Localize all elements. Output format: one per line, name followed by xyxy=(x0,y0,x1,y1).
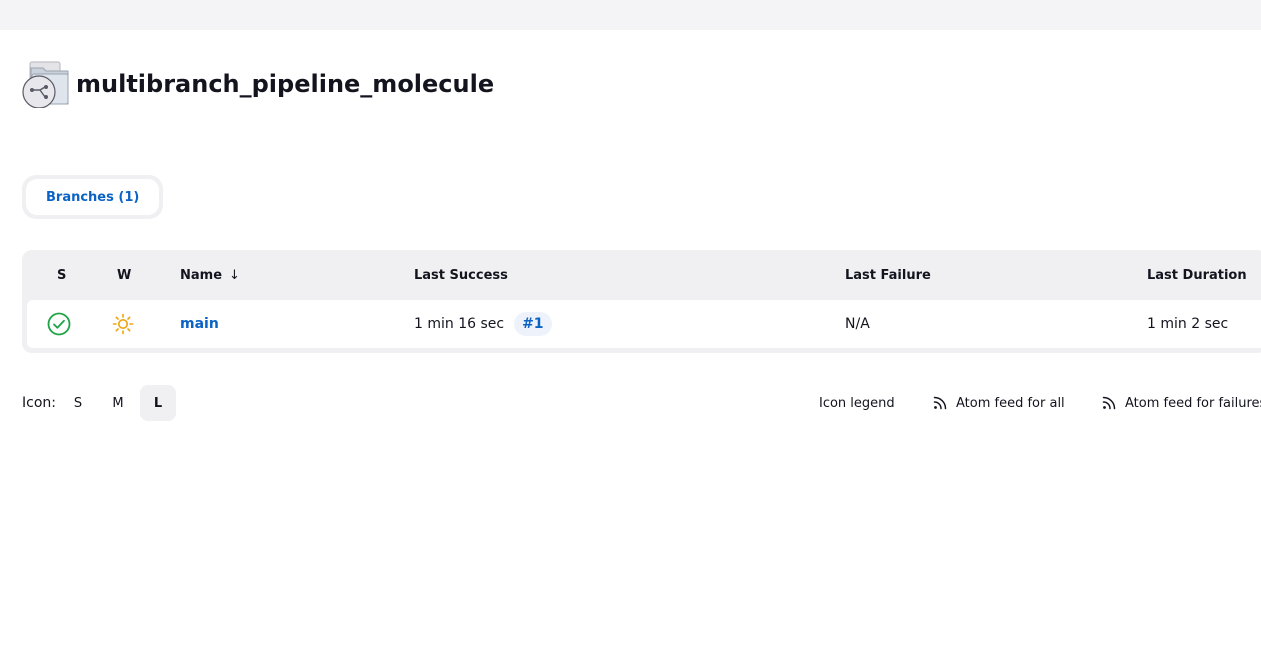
icon-legend-label: Icon legend xyxy=(819,395,895,411)
column-header-last-failure[interactable]: Last Failure xyxy=(845,250,931,300)
last-success-time: 1 min 16 sec xyxy=(414,316,505,332)
atom-feed-failures-label: Atom feed for failures xyxy=(1125,395,1261,411)
sort-descending-icon: ↓ xyxy=(229,267,240,283)
branch-name-link[interactable]: main xyxy=(180,316,219,332)
table-footer: Icon: S M L Icon legend Atom feed for al… xyxy=(22,385,1261,421)
atom-feed-all-label: Atom feed for all xyxy=(956,395,1065,411)
icon-legend-link[interactable]: Icon legend xyxy=(819,385,895,421)
column-header-name-label: Name xyxy=(180,267,223,283)
column-header-name[interactable]: Name ↓ xyxy=(180,250,240,300)
column-header-status[interactable]: S xyxy=(57,250,66,300)
branches-table: S W Name ↓ Last Success Last Failure Las… xyxy=(22,250,1261,353)
build-link[interactable]: #1 xyxy=(514,312,552,336)
icon-size-small-button[interactable]: S xyxy=(60,385,96,421)
page-header: multibranch_pipeline_molecule xyxy=(22,60,495,109)
sunny-weather-icon xyxy=(112,300,134,348)
tab-bar: Branches (1) xyxy=(22,175,164,219)
success-check-icon xyxy=(47,300,71,348)
rss-icon xyxy=(933,396,947,410)
table-header: S W Name ↓ Last Success Last Failure Las… xyxy=(22,250,1261,300)
icon-size-large-button[interactable]: L xyxy=(140,385,176,421)
icon-size-medium-button[interactable]: M xyxy=(100,385,136,421)
top-bar xyxy=(0,0,1261,30)
atom-feed-failures-link[interactable]: Atom feed for failures xyxy=(1101,385,1261,421)
page-title: multibranch_pipeline_molecule xyxy=(76,70,495,98)
tab-branches[interactable]: Branches (1) xyxy=(26,179,160,215)
multibranch-folder-icon xyxy=(22,60,70,109)
atom-feed-all-link[interactable]: Atom feed for all xyxy=(932,385,1065,421)
column-header-last-duration[interactable]: Last Duration xyxy=(1147,250,1247,300)
icon-size-label: Icon: xyxy=(22,395,56,411)
last-failure-value: N/A xyxy=(845,316,870,332)
last-duration-value: 1 min 2 sec xyxy=(1147,316,1229,332)
rss-icon xyxy=(1102,396,1116,410)
table-row: main 1 min 16 sec #1 N/A 1 min 2 sec xyxy=(27,300,1261,348)
column-header-last-success[interactable]: Last Success xyxy=(414,250,508,300)
column-header-weather[interactable]: W xyxy=(117,250,131,300)
